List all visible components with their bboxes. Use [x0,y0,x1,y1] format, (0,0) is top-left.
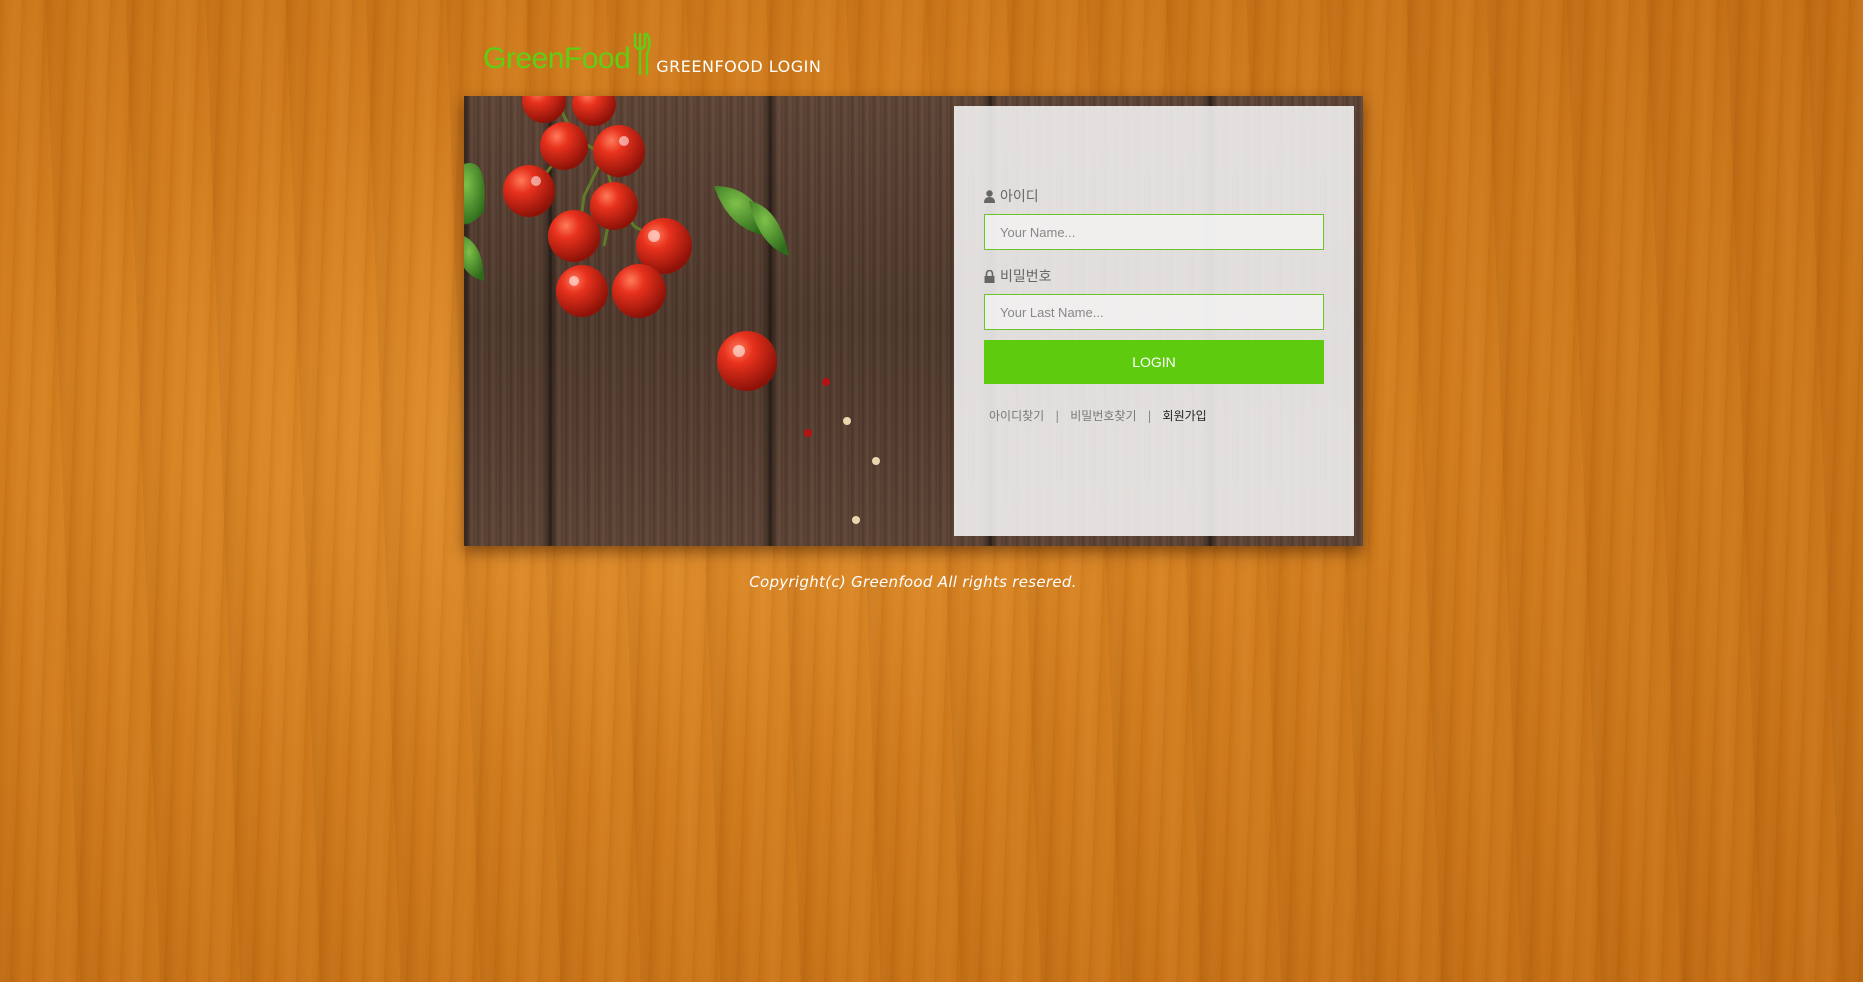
fork-icon [634,32,651,76]
user-icon [984,189,995,203]
password-label-text: 비밀번호 [1000,269,1052,285]
greenfood-logo[interactable]: GreenFood [483,32,652,78]
password-label: 비밀번호 [984,267,1324,285]
account-links: 아이디찾기 | 비밀번호찾기 | 회원가입 [984,407,1324,424]
id-input[interactable] [984,214,1324,250]
signup-link[interactable]: 회원가입 [1163,407,1207,424]
id-label: 아이디 [984,187,1324,205]
tomatoes-image [464,96,880,524]
logo-text: GreenFood [483,42,631,75]
login-card: 아이디 비밀번호 LOGIN 아이디찾기 | 비밀번호찾기 | 회원가입 [464,96,1363,546]
find-password-link[interactable]: 비밀번호찾기 [1070,407,1136,424]
login-button[interactable]: LOGIN [984,340,1324,384]
header: GreenFood GREENFOOD LOGIN [483,28,821,78]
page-title: GREENFOOD LOGIN [656,57,822,76]
password-input[interactable] [984,294,1324,330]
id-label-text: 아이디 [1000,189,1039,205]
login-form-panel: 아이디 비밀번호 LOGIN 아이디찾기 | 비밀번호찾기 | 회원가입 [954,106,1354,536]
link-separator: | [1055,408,1060,423]
lock-icon [984,269,995,283]
copyright-text: Copyright(c) Greenfood All rights resere… [749,573,1077,591]
find-id-link[interactable]: 아이디찾기 [989,407,1044,424]
link-separator: | [1147,408,1152,423]
